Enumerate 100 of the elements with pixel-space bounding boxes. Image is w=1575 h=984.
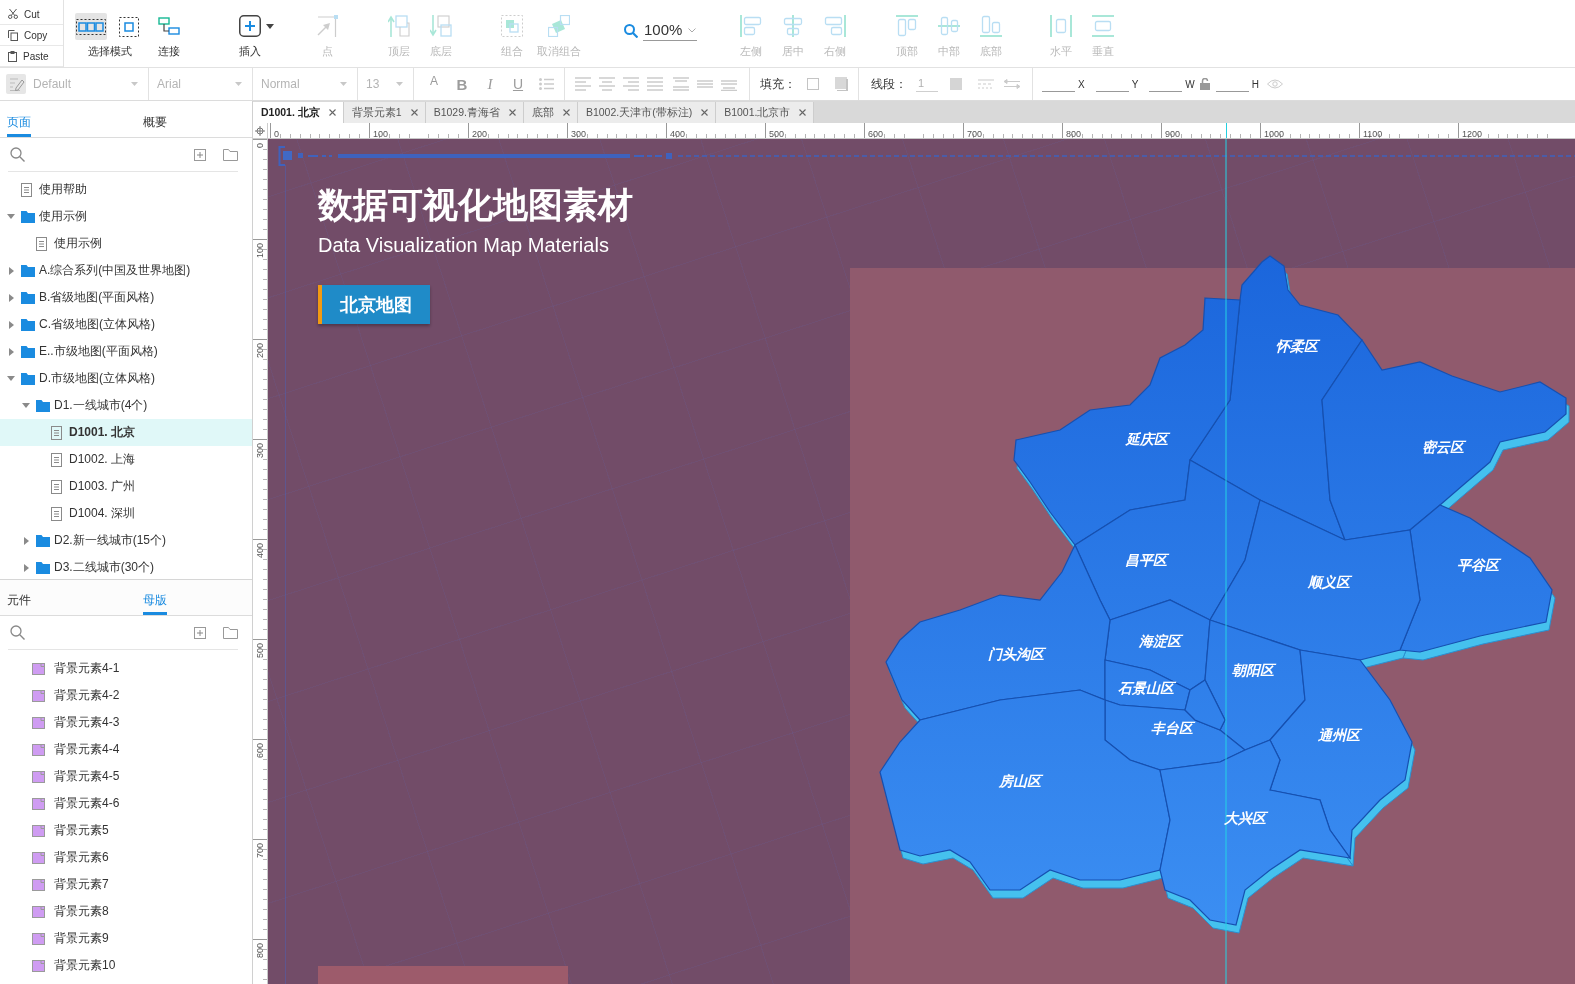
tree-item[interactable]: D3.二线城市(30个) bbox=[0, 554, 252, 579]
panel-tab[interactable]: 页面 bbox=[7, 101, 31, 137]
paste-button[interactable]: Paste bbox=[0, 46, 63, 67]
folder-icon[interactable] bbox=[223, 148, 238, 161]
master-item[interactable]: 背景元素4-3 bbox=[0, 709, 252, 736]
page-icon bbox=[51, 452, 62, 467]
page-icon bbox=[21, 182, 32, 197]
align-center-icon bbox=[782, 15, 804, 37]
close-icon[interactable] bbox=[562, 109, 570, 116]
document-tab[interactable]: 底部 bbox=[523, 102, 578, 123]
close-icon[interactable] bbox=[508, 109, 516, 116]
master-item[interactable]: 背景元素4-4 bbox=[0, 736, 252, 763]
map-button[interactable]: 北京地图 bbox=[318, 285, 430, 324]
style-icon[interactable] bbox=[6, 74, 26, 94]
panel-tab[interactable]: 母版 bbox=[143, 580, 167, 615]
tree-item[interactable]: D.市级地图(立体风格) bbox=[0, 365, 252, 392]
district-label: 平谷区 bbox=[1457, 557, 1499, 573]
list-icon bbox=[538, 78, 554, 90]
tree-item[interactable]: 使用示例 bbox=[0, 203, 252, 230]
document-tab[interactable]: D1001. 北京 bbox=[253, 102, 344, 123]
copy-button[interactable]: Copy bbox=[0, 25, 63, 46]
document-tab[interactable]: B1002.天津市(带标注) bbox=[577, 102, 717, 123]
close-icon[interactable] bbox=[410, 109, 418, 116]
group-icon bbox=[501, 15, 523, 37]
district-label: 门头沟区 bbox=[988, 646, 1044, 662]
search-icon[interactable] bbox=[624, 24, 638, 38]
folder-icon bbox=[21, 318, 35, 331]
master-item[interactable]: 背景元素6 bbox=[0, 844, 252, 871]
tree-item[interactable]: C.省级地图(立体风格) bbox=[0, 311, 252, 338]
tree-item[interactable]: 使用示例 bbox=[0, 230, 252, 257]
master-item[interactable]: 背景元素5 bbox=[0, 817, 252, 844]
add-icon[interactable] bbox=[194, 626, 206, 639]
caret-icon[interactable] bbox=[8, 320, 14, 329]
caret-icon[interactable] bbox=[8, 266, 14, 275]
point-icon bbox=[316, 15, 338, 37]
tree-item[interactable]: D1002. 上海 bbox=[0, 446, 252, 473]
panel-tab[interactable]: 概要 bbox=[143, 101, 167, 137]
distribute-vertical-icon bbox=[1092, 15, 1114, 37]
crosshair-icon[interactable] bbox=[255, 125, 265, 136]
panel-tab[interactable]: 元件 bbox=[7, 580, 31, 615]
search-icon[interactable] bbox=[10, 625, 25, 640]
connect-button[interactable]: 连接 bbox=[148, 0, 190, 62]
master-page-icon bbox=[32, 905, 45, 918]
selection-mode-button[interactable] bbox=[75, 13, 107, 40]
ruler-label: 1000 bbox=[1264, 129, 1285, 138]
master-page-icon bbox=[32, 878, 45, 891]
insert-button[interactable]: 插入 bbox=[227, 0, 273, 62]
master-item[interactable]: 背景元素9 bbox=[0, 925, 252, 952]
line-label: 线段： bbox=[871, 75, 907, 93]
master-item[interactable]: 背景元素4-2 bbox=[0, 682, 252, 709]
lock-icon[interactable] bbox=[1199, 78, 1210, 90]
caret-icon[interactable] bbox=[8, 347, 14, 356]
tree-item[interactable]: D1003. 广州 bbox=[0, 473, 252, 500]
page-icon bbox=[36, 236, 47, 251]
layer-up-icon bbox=[388, 15, 410, 37]
text-align-top-icon bbox=[673, 77, 689, 91]
ruler-label: 0 bbox=[255, 143, 266, 148]
caret-icon[interactable] bbox=[7, 376, 15, 381]
dashed-square-icon bbox=[119, 16, 139, 37]
document-tab[interactable]: B1029.青海省 bbox=[425, 102, 524, 123]
master-item[interactable]: 背景元素4-1 bbox=[0, 655, 252, 682]
caret-icon[interactable] bbox=[22, 403, 30, 408]
master-item[interactable]: 背景元素4-6 bbox=[0, 790, 252, 817]
master-page-icon bbox=[32, 824, 45, 837]
master-item[interactable]: 背景元素10 bbox=[0, 952, 252, 979]
master-item[interactable]: 背景元素8 bbox=[0, 898, 252, 925]
align-left-icon bbox=[740, 15, 762, 37]
document-tab[interactable]: 背景元素1 bbox=[343, 102, 426, 123]
tree-item[interactable]: A.综合系列(中国及世界地图) bbox=[0, 257, 252, 284]
eye-icon[interactable] bbox=[1267, 79, 1284, 89]
folder-icon bbox=[21, 264, 35, 277]
caret-icon[interactable] bbox=[8, 293, 14, 302]
document-tab[interactable]: B1001.北京市 bbox=[716, 102, 815, 123]
tree-item[interactable]: E..市级地图(平面风格) bbox=[0, 338, 252, 365]
text-justify-icon bbox=[647, 77, 663, 91]
master-item[interactable]: 背景元素4-5 bbox=[0, 763, 252, 790]
tree-item[interactable]: D1004. 深圳 bbox=[0, 500, 252, 527]
tree-item[interactable]: 使用帮助 bbox=[0, 176, 252, 203]
align-right-icon bbox=[824, 15, 846, 37]
close-icon[interactable] bbox=[799, 109, 807, 116]
close-icon[interactable] bbox=[701, 109, 709, 116]
master-item[interactable]: 背景元素7 bbox=[0, 871, 252, 898]
folder-icon[interactable] bbox=[223, 626, 238, 639]
district-label: 通州区 bbox=[1318, 727, 1360, 743]
tree-item[interactable]: B.省级地图(平面风格) bbox=[0, 284, 252, 311]
caret-icon[interactable] bbox=[23, 563, 29, 572]
tree-item[interactable]: D1.一线城市(4个) bbox=[0, 392, 252, 419]
add-icon[interactable] bbox=[194, 148, 206, 161]
search-icon[interactable] bbox=[10, 147, 25, 162]
align-middle-icon bbox=[938, 15, 960, 37]
close-icon[interactable] bbox=[328, 109, 336, 116]
ruler-label: 0 bbox=[274, 129, 279, 138]
cut-button[interactable]: Cut bbox=[0, 4, 63, 25]
folder-icon bbox=[21, 291, 35, 304]
caret-icon[interactable] bbox=[7, 214, 15, 219]
district-label: 大兴区 bbox=[1224, 810, 1266, 826]
tree-item[interactable]: D1001. 北京 bbox=[0, 419, 252, 446]
tree-item[interactable]: D2.新一线城市(15个) bbox=[0, 527, 252, 554]
caret-icon[interactable] bbox=[23, 536, 29, 545]
zoom-dropdown[interactable]: 100% bbox=[643, 21, 698, 41]
